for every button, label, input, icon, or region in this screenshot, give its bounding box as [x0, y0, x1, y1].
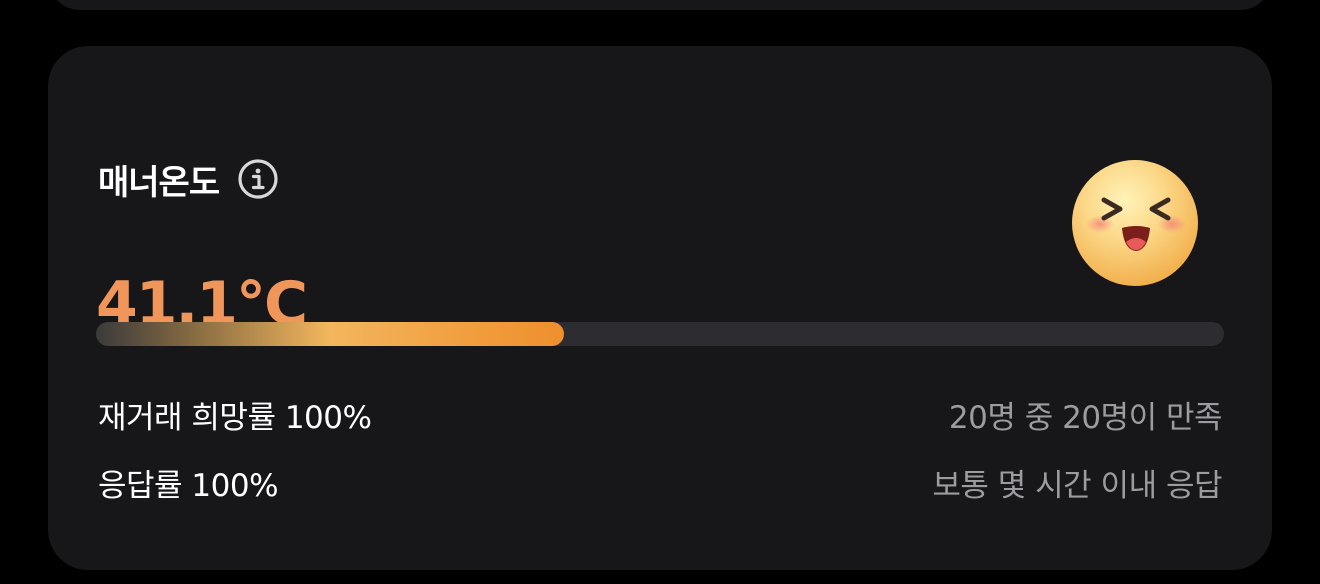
temperature-progress-bar	[96, 322, 1224, 346]
info-circle-icon[interactable]	[237, 158, 279, 200]
response-rate-label: 응답률 100%	[98, 468, 279, 504]
manner-temperature-card: 매너온도 41.1°C 재거래 희망률 100% 20명 중 20명이 만족 응…	[48, 46, 1272, 570]
rematch-rate-label: 재거래 희망률 100%	[98, 400, 372, 436]
temperature-progress-fill	[96, 322, 565, 346]
card-title: 매너온도	[98, 162, 220, 203]
laughing-face-icon	[1072, 160, 1198, 286]
rematch-rate-detail: 20명 중 20명이 만족	[948, 400, 1223, 436]
response-rate-detail: 보통 몇 시간 이내 응답	[932, 468, 1222, 504]
card-header: 매너온도	[98, 154, 279, 204]
previous-card	[48, 0, 1272, 10]
